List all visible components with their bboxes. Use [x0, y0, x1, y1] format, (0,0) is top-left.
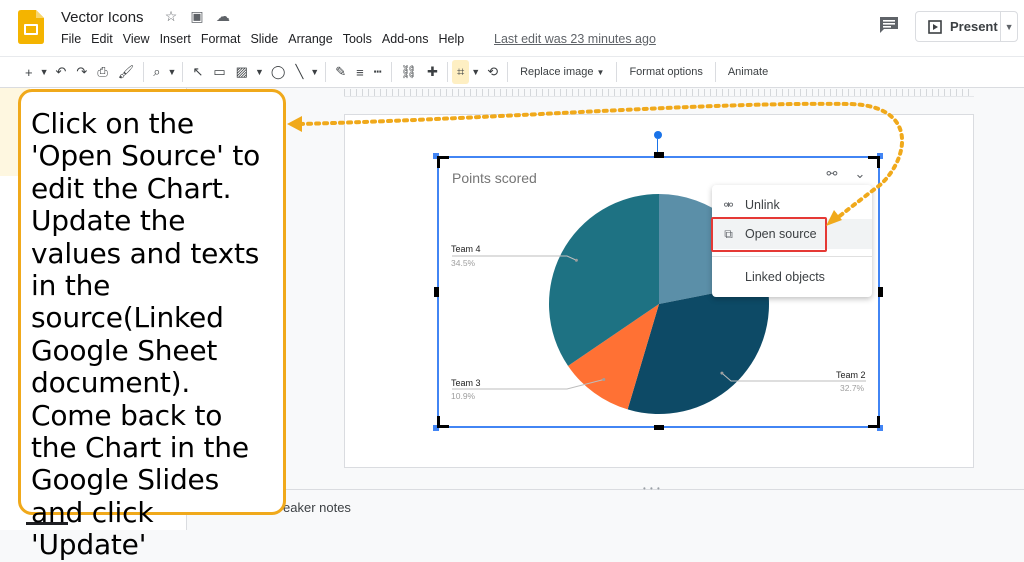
- last-edit-link[interactable]: Last edit was 23 minutes ago: [494, 32, 656, 46]
- menu-bar: File Edit View Insert Format Slide Arran…: [56, 32, 469, 46]
- right-resize-handle[interactable]: [878, 287, 883, 297]
- toolbar-divider: [507, 62, 509, 82]
- comment-icon[interactable]: [879, 16, 899, 34]
- star-icon[interactable]: ☆: [162, 8, 180, 25]
- border-weight-icon[interactable]: ≡: [351, 60, 369, 84]
- instruction-text: Click on the 'Open Source' to edit the C…: [31, 107, 261, 562]
- toolbar-divider: [143, 62, 145, 82]
- corner-handle-tl[interactable]: [437, 156, 449, 168]
- toolbar-divider: [390, 62, 392, 82]
- team-4-label: Team 4: [451, 244, 481, 254]
- menu-view[interactable]: View: [118, 32, 155, 46]
- menu-slide[interactable]: Slide: [245, 32, 283, 46]
- team-3-percent: 10.9%: [451, 391, 476, 401]
- undo-icon[interactable]: ↶: [51, 60, 72, 84]
- new-slide-icon[interactable]: +: [20, 60, 38, 84]
- menu-insert[interactable]: Insert: [155, 32, 196, 46]
- shape-icon[interactable]: ◯: [266, 60, 291, 84]
- leader-dot: [602, 377, 606, 381]
- border-color-icon[interactable]: ✎: [330, 60, 351, 84]
- replace-image-label: Replace image: [520, 66, 594, 78]
- border-dash-icon[interactable]: ┅: [369, 60, 387, 84]
- toolbar-divider: [325, 62, 327, 82]
- instruction-callout: Click on the 'Open Source' to edit the C…: [18, 89, 286, 561]
- top-bar: Vector Icons ☆ ▣ ☁ File Edit View Insert…: [0, 0, 1024, 56]
- format-options-button[interactable]: Format options: [621, 60, 710, 84]
- zoom-dropdown-icon[interactable]: ▼: [166, 60, 179, 84]
- corner-handle-bl[interactable]: [437, 416, 449, 428]
- menu-format[interactable]: Format: [196, 32, 246, 46]
- top-resize-handle[interactable]: [654, 152, 664, 158]
- toolbar-divider: [446, 62, 448, 82]
- toolbar-divider: [182, 62, 184, 82]
- cloud-status-icon[interactable]: ☁: [214, 8, 232, 25]
- paint-format-icon[interactable]: 🖌: [113, 60, 140, 84]
- zoom-icon[interactable]: ⌕: [148, 60, 165, 84]
- move-folder-icon[interactable]: ▣: [188, 8, 206, 25]
- animate-button[interactable]: Animate: [720, 60, 776, 84]
- linked-objects-item[interactable]: Linked objects: [712, 262, 872, 292]
- document-title[interactable]: Vector Icons: [61, 9, 144, 26]
- redo-icon[interactable]: ↷: [71, 60, 92, 84]
- bottom-resize-handle[interactable]: [654, 425, 664, 430]
- open-source-highlight: [711, 217, 827, 252]
- menu-tools[interactable]: Tools: [338, 32, 377, 46]
- new-slide-dropdown-icon[interactable]: ▼: [38, 60, 51, 84]
- replace-image-button[interactable]: Replace image ▼: [512, 60, 612, 84]
- slides-logo-icon[interactable]: [18, 10, 44, 44]
- leader-dot: [720, 371, 724, 375]
- add-comment-icon[interactable]: ✚: [422, 60, 443, 84]
- menu-divider: [712, 256, 872, 257]
- leader-dot: [574, 258, 578, 262]
- unlink-icon: ⚮: [723, 198, 734, 212]
- menu-file[interactable]: File: [56, 32, 86, 46]
- crop-icon[interactable]: ⌗: [451, 60, 470, 84]
- toolbar-divider: [714, 62, 716, 82]
- print-icon[interactable]: ⎙: [92, 60, 112, 84]
- image-icon[interactable]: ▨: [231, 60, 253, 84]
- link-icon[interactable]: ⚯: [827, 166, 838, 182]
- menu-edit[interactable]: Edit: [86, 32, 118, 46]
- title-actions: ☆ ▣ ☁: [162, 8, 232, 25]
- speaker-notes[interactable]: eaker notes: [283, 500, 351, 515]
- menu-addons[interactable]: Add-ons: [377, 32, 434, 46]
- present-dropdown-icon[interactable]: ▼: [1001, 22, 1017, 32]
- team-3-label: Team 3: [451, 378, 481, 388]
- ruler: [344, 89, 974, 97]
- image-dropdown-icon[interactable]: ▼: [253, 60, 266, 84]
- toolbar-divider: [616, 62, 618, 82]
- line-icon[interactable]: ╲: [290, 60, 308, 84]
- team-4-percent: 34.5%: [451, 258, 476, 268]
- text-box-icon[interactable]: ▭: [208, 60, 230, 84]
- linked-objects-label: Linked objects: [745, 270, 825, 284]
- menu-arrange[interactable]: Arrange: [283, 32, 337, 46]
- team-2-label: Team 2: [836, 370, 866, 380]
- present-label: Present: [950, 19, 998, 34]
- corner-handle-br[interactable]: [868, 416, 880, 428]
- drag-handle-icon[interactable]: • • •: [643, 484, 661, 493]
- linked-chart-options: ⚯ ⌄: [818, 163, 874, 185]
- select-icon[interactable]: ↖: [187, 60, 208, 84]
- line-dropdown-icon[interactable]: ▼: [308, 60, 321, 84]
- chevron-down-icon: ▼: [596, 67, 605, 77]
- chevron-down-icon[interactable]: ⌄: [855, 166, 866, 182]
- unlink-label: Unlink: [745, 198, 780, 212]
- reset-image-icon[interactable]: ⟲: [482, 60, 503, 84]
- unlink-item[interactable]: ⚮ Unlink: [712, 190, 872, 220]
- left-resize-handle[interactable]: [434, 287, 439, 297]
- notes-divider: [188, 489, 1024, 490]
- present-button[interactable]: Present ▼: [915, 11, 1018, 42]
- present-icon: [928, 19, 942, 34]
- crop-dropdown-icon[interactable]: ▼: [469, 60, 482, 84]
- toolbar: + ▼ ↶ ↷ ⎙ 🖌 ⌕ ▼ ↖ ▭ ▨ ▼ ◯ ╲ ▼ ✎ ≡ ┅ ⛓ ✚ …: [0, 56, 1024, 88]
- team-2-percent: 32.7%: [840, 383, 865, 393]
- insert-link-icon[interactable]: ⛓: [396, 60, 423, 84]
- menu-help[interactable]: Help: [433, 32, 469, 46]
- present-main[interactable]: Present: [916, 12, 1002, 41]
- rotation-handle[interactable]: [654, 131, 662, 139]
